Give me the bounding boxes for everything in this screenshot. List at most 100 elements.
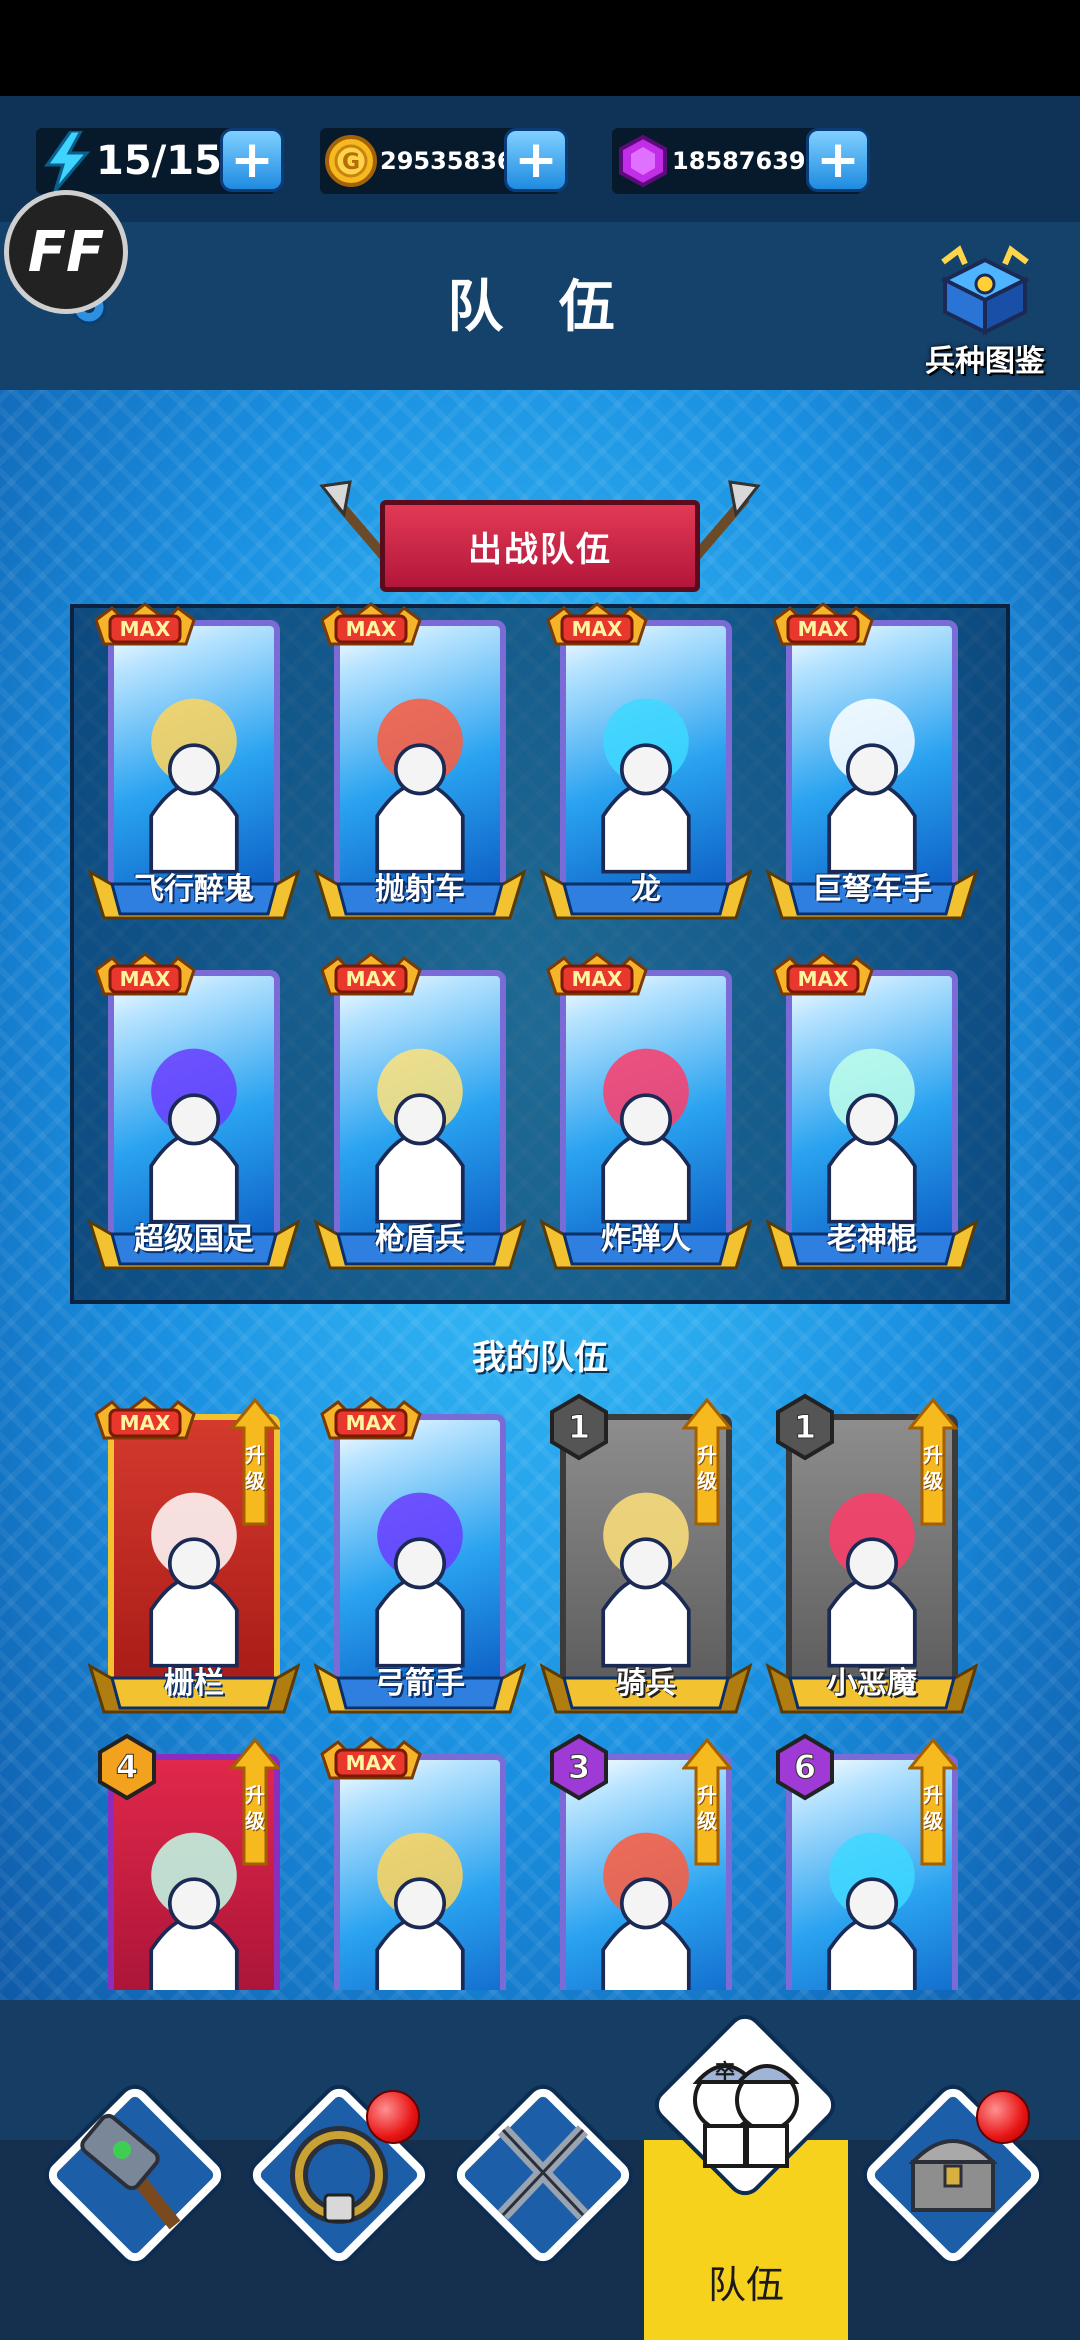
level-badge: 1	[550, 1393, 608, 1461]
unit-name: 栅栏	[164, 1666, 224, 1701]
svg-text:6: 6	[794, 1748, 816, 1786]
max-badge: MAX	[94, 1396, 196, 1440]
max-badge: MAX	[320, 952, 422, 996]
unit-name: 弓箭手	[375, 1666, 465, 1701]
lightning-icon	[38, 131, 96, 191]
unit-card[interactable]: MAX 飞行醉鬼	[88, 602, 300, 924]
unit-card[interactable]: MAX 升级 栅栏	[88, 1396, 300, 1718]
nav-item-forge[interactable]	[40, 2083, 227, 2300]
max-badge: MAX	[320, 1736, 422, 1780]
unit-portrait	[601, 1048, 691, 1224]
svg-text:1: 1	[568, 1408, 590, 1446]
unit-name: 龙	[631, 872, 661, 907]
max-badge: MAX	[320, 602, 422, 646]
unit-card[interactable]: 1 升级骑兵	[540, 1393, 752, 1718]
upgrade-label: 升级	[923, 1783, 943, 1833]
svg-text:G: G	[342, 150, 360, 175]
svg-text:MAX: MAX	[572, 967, 623, 991]
unit-name: 飞行醉鬼	[134, 872, 254, 907]
max-badge: MAX	[320, 1396, 422, 1440]
svg-text:MAX: MAX	[120, 617, 171, 641]
unit-card[interactable]: MAX 老神棍	[766, 952, 978, 1274]
unit-card[interactable]: MAX	[320, 1736, 520, 1990]
max-badge: MAX	[94, 952, 196, 996]
card-frame	[334, 620, 506, 902]
nav-item-equipment[interactable]	[244, 2083, 431, 2300]
upgrade-label: 升级	[697, 1443, 717, 1493]
svg-text:MAX: MAX	[120, 967, 171, 991]
card-frame	[786, 620, 958, 902]
card-frame	[786, 970, 958, 1252]
unit-portrait	[149, 1048, 239, 1224]
codex-label: 兵种图鉴	[925, 344, 1045, 379]
svg-text:MAX: MAX	[346, 1751, 397, 1775]
notification-dot	[976, 2090, 1030, 2144]
unit-card[interactable]: MAX 枪盾兵	[314, 952, 526, 1274]
resource-bar: 15/15 + G 29535836 + 18587639 +	[0, 128, 1080, 218]
max-badge: MAX	[94, 602, 196, 646]
svg-text:MAX: MAX	[346, 967, 397, 991]
nav-item-treasure[interactable]	[858, 2083, 1045, 2300]
unit-portrait	[375, 698, 465, 874]
unit-portrait	[827, 1048, 917, 1224]
svg-text:MAX: MAX	[572, 617, 623, 641]
unit-codex-button[interactable]: 兵种图鉴	[910, 240, 1060, 380]
nav-item-team[interactable]: 卒	[650, 2013, 837, 2230]
upgrade-label: 升级	[923, 1443, 943, 1493]
unit-portrait	[601, 698, 691, 874]
unit-card[interactable]: MAX 超级国足	[88, 952, 300, 1274]
max-badge: MAX	[772, 952, 874, 996]
card-frame	[334, 1414, 506, 1696]
gem-plus-button[interactable]: +	[806, 128, 870, 192]
nav-item-battle[interactable]	[448, 2083, 635, 2300]
card-frame	[108, 970, 280, 1252]
unit-card[interactable]: MAX 龙	[540, 602, 752, 924]
svg-text:4: 4	[116, 1748, 138, 1786]
unit-card[interactable]: 4 升级	[94, 1733, 294, 1990]
max-badge: MAX	[546, 952, 648, 996]
my-team-title: 我的队伍	[472, 1338, 608, 1378]
unit-card[interactable]: MAX 炸弹人	[540, 952, 752, 1274]
gem-counter: 18587639 +	[612, 128, 870, 194]
level-badge: 6	[776, 1733, 834, 1801]
unit-card[interactable]: MAX 弓箭手	[314, 1396, 526, 1718]
energy-counter: 15/15 +	[36, 128, 284, 194]
unit-portrait	[149, 698, 239, 874]
gold-plus-button[interactable]: +	[504, 128, 568, 192]
unit-card[interactable]: 6 升级	[772, 1733, 972, 1990]
energy-plus-button[interactable]: +	[220, 128, 284, 192]
max-badge: MAX	[772, 602, 874, 646]
gold-coin-icon: G	[322, 132, 380, 190]
unit-card[interactable]: 3 升级	[546, 1733, 746, 1990]
unit-card[interactable]: MAX 巨弩车手	[766, 602, 978, 924]
energy-value: 15/15	[96, 138, 222, 184]
unit-card[interactable]: 1 升级小恶魔	[766, 1393, 978, 1718]
gem-value: 18587639	[672, 147, 806, 175]
nav-team-label: 队伍	[707, 2263, 784, 2307]
my-team-scroll-area[interactable]: MAX 升级 栅栏 MAX 弓箭手 1 升级 骑兵 1 升级 小恶魔 4 升级 MAX 3 升级 6 升级	[0, 1380, 1080, 1990]
unit-name: 抛射车	[375, 872, 465, 907]
level-badge: 3	[550, 1733, 608, 1801]
svg-text:MAX: MAX	[346, 617, 397, 641]
level-badge: 1	[776, 1393, 834, 1461]
status-bar	[0, 0, 1080, 96]
card-frame	[560, 970, 732, 1252]
unit-name: 小恶魔	[827, 1666, 917, 1701]
codex-book-icon	[940, 245, 1030, 336]
svg-text:3: 3	[568, 1748, 590, 1786]
helmet-text: 卒	[715, 2059, 735, 2083]
svg-text:MAX: MAX	[798, 617, 849, 641]
unit-name: 枪盾兵	[375, 1222, 465, 1257]
max-badge: MAX	[546, 602, 648, 646]
unit-card[interactable]: MAX 抛射车	[314, 602, 526, 924]
ff-floating-button[interactable]: FF	[4, 190, 128, 314]
gold-counter: G 29535836 +	[320, 128, 568, 194]
svg-text:MAX: MAX	[120, 1411, 171, 1435]
unit-name: 骑兵	[616, 1666, 676, 1701]
soldiers-icon: 卒	[692, 2059, 800, 2168]
unit-name: 老神棍	[827, 1222, 917, 1257]
card-frame	[334, 970, 506, 1252]
purple-gem-icon	[614, 132, 672, 190]
hammer-icon	[80, 2113, 181, 2230]
upgrade-label: 升级	[245, 1783, 265, 1833]
